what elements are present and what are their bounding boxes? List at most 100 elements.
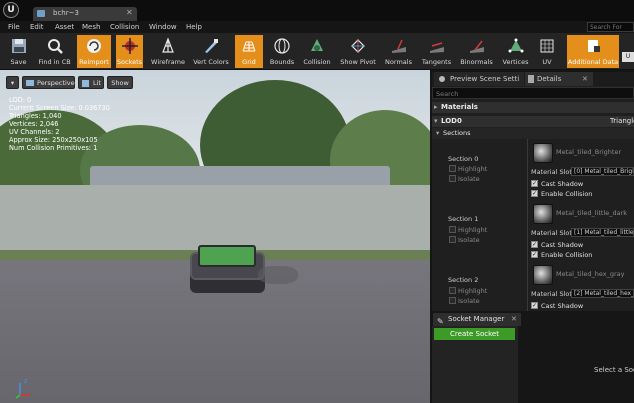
cast-shadow-checkbox[interactable]: ✓	[531, 241, 538, 248]
uv-icon	[540, 39, 554, 53]
tangents-button[interactable]: Tangents	[419, 35, 454, 68]
menu-collision[interactable]: Collision	[110, 23, 139, 31]
binormals-icon	[469, 40, 484, 53]
find-in-cb-label: Find in CB	[38, 58, 71, 66]
grid-icon	[242, 41, 256, 52]
uv-button[interactable]: UV	[535, 35, 559, 68]
bounds-button[interactable]: Bounds	[267, 35, 297, 68]
collapse-arrow-icon: ▾	[434, 117, 438, 125]
enable-collision-checkbox[interactable]: ✓	[531, 190, 538, 197]
create-socket-button[interactable]: Create Socket	[434, 328, 515, 340]
collapse-arrow-icon: ▾	[436, 129, 440, 137]
material-name: Metal_tiled_hex_gray	[556, 270, 625, 278]
vertices-icon	[508, 38, 523, 53]
menu-asset[interactable]: Asset	[55, 23, 74, 31]
cast-shadow-checkbox[interactable]: ✓	[531, 302, 538, 309]
collision-button[interactable]: Collision	[301, 35, 333, 68]
lit-label: Lit	[93, 79, 101, 87]
additional-data-button[interactable]: Additional Data	[567, 35, 619, 68]
tab-preview-scene-settings[interactable]: Preview Scene Setti	[434, 72, 524, 86]
vertices-label: Vertices	[502, 58, 529, 66]
material-slot-dropdown[interactable]: [2] Metal_tiled_hex_g	[571, 289, 634, 298]
material-slot-label: Material Slot	[531, 290, 572, 298]
sockets-button[interactable]: Sockets	[116, 35, 143, 68]
menu-help[interactable]: Help	[186, 23, 202, 31]
material-slot-label: Material Slot	[531, 229, 572, 237]
menu-window[interactable]: Window	[149, 23, 177, 31]
sections-header: Sections	[443, 129, 471, 137]
normals-button[interactable]: Normals	[383, 35, 414, 68]
perspective-label: Perspective	[37, 79, 75, 87]
reimport-button[interactable]: Reimport	[77, 35, 111, 68]
material-slot-dropdown[interactable]: [1] Metal_tiled_little_	[571, 228, 634, 237]
close-icon[interactable]: ✕	[511, 313, 517, 326]
tab-socket-manager[interactable]: ✎ Socket Manager ✕	[433, 313, 521, 326]
find-in-cb-button[interactable]: Find in CB	[36, 35, 73, 68]
sections-row[interactable]: ▾ Sections	[432, 128, 634, 139]
isolate-checkbox[interactable]	[449, 297, 456, 304]
perspective-button[interactable]: Perspective	[22, 76, 75, 89]
material-thumbnail[interactable]	[533, 204, 553, 224]
toolbar-overflow-button[interactable]: U	[622, 52, 634, 62]
material-thumbnail[interactable]	[533, 265, 553, 285]
additional-data-icon	[588, 40, 600, 52]
grid-label: Grid	[242, 58, 256, 66]
static-mesh-icon	[37, 10, 45, 17]
highlight-checkbox[interactable]	[449, 287, 456, 294]
help-search-input[interactable]: Search For Help	[587, 22, 634, 41]
lod0-category[interactable]: ▾ LOD0 Triangle	[432, 116, 634, 127]
binormals-button[interactable]: Binormals	[458, 35, 495, 68]
tangents-label: Tangents	[421, 58, 452, 66]
isolate-checkbox[interactable]	[449, 236, 456, 243]
socket-manager-label: Socket Manager	[448, 315, 505, 323]
wireframe-button[interactable]: Wireframe	[150, 35, 186, 68]
highlight-label: Highlight	[458, 165, 488, 173]
show-label: Show	[111, 79, 129, 87]
bounds-label: Bounds	[269, 58, 295, 66]
show-pivot-button[interactable]: Show Pivot	[338, 35, 378, 68]
menu-file[interactable]: File	[8, 23, 20, 31]
materials-category[interactable]: ▸ Materials	[432, 102, 634, 113]
close-icon[interactable]: ✕	[582, 72, 588, 86]
wireframe-icon	[162, 37, 174, 53]
viewport-options-button[interactable]: ▾	[6, 76, 19, 89]
menu-mesh[interactable]: Mesh	[82, 23, 100, 31]
material-slot-dropdown[interactable]: [0] Metal_tiled_Bright	[571, 167, 634, 176]
document-tab[interactable]: bchr~3 ✕	[33, 7, 137, 21]
tab-details-label: Details	[537, 75, 562, 83]
tab-details[interactable]: Details ✕	[525, 72, 593, 86]
enable-collision-checkbox[interactable]: ✓	[531, 251, 538, 258]
highlight-checkbox[interactable]	[449, 165, 456, 172]
grid-button[interactable]: Grid	[235, 35, 263, 68]
save-button[interactable]: Save	[3, 35, 34, 68]
isolate-checkbox[interactable]	[449, 175, 456, 182]
show-button[interactable]: Show	[107, 76, 133, 89]
isolate-label: Isolate	[458, 175, 480, 183]
highlight-checkbox[interactable]	[449, 226, 456, 233]
vert-colors-label: Vert Colors	[193, 58, 229, 66]
viewport[interactable]: ▾ Perspective Lit Show LOD: 0 Current Sc…	[0, 70, 430, 403]
settings-icon	[439, 76, 445, 82]
expand-arrow-icon: ▸	[434, 103, 438, 111]
vertices-button[interactable]: Vertices	[500, 35, 531, 68]
material-thumbnail[interactable]	[533, 143, 553, 163]
lit-button[interactable]: Lit	[78, 76, 104, 89]
reimport-icon	[87, 39, 101, 53]
cast-shadow-checkbox[interactable]: ✓	[531, 180, 538, 187]
material-slot-label: Material Slot	[531, 168, 572, 176]
cast-shadow-label: Cast Shadow	[541, 302, 584, 310]
highlight-label: Highlight	[458, 287, 488, 295]
show-pivot-label: Show Pivot	[340, 58, 376, 66]
perspective-icon	[26, 80, 34, 86]
details-search-input[interactable]: Search	[432, 87, 634, 99]
collision-icon	[311, 39, 323, 51]
lod0-header: LOD0	[441, 117, 462, 125]
section-2-label: Section 2	[448, 276, 479, 284]
menu-edit[interactable]: Edit	[30, 23, 44, 31]
additional-data-label: Additional Data	[567, 58, 619, 66]
reimport-label: Reimport	[79, 58, 109, 66]
material-name: Metal_tiled_little_dark	[556, 209, 628, 217]
close-icon[interactable]: ✕	[126, 8, 133, 17]
vert-colors-button[interactable]: Vert Colors	[190, 35, 232, 68]
isolate-label: Isolate	[458, 236, 480, 244]
